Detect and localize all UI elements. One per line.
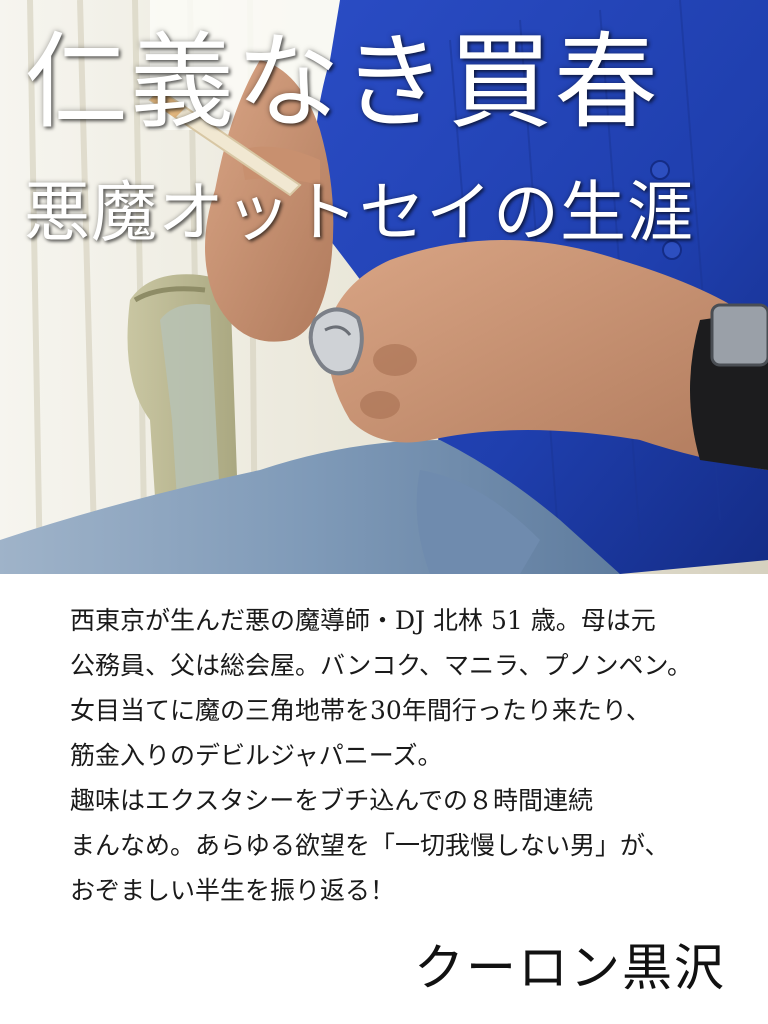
wristwatch	[690, 303, 768, 470]
description-line: 筋金入りのデビルジャパニーズ。	[70, 741, 443, 770]
description-line: 女目当てに魔の三角地帯を30年間行ったり来たり、	[70, 696, 651, 725]
book-cover: 仁義なき買春 悪魔オットセイの生涯 西東京が生んだ悪の魔導師・DJ 北林 51 …	[0, 0, 768, 1024]
cover-title: 仁義なき買春	[24, 21, 661, 143]
author-name: クーロン黒沢	[414, 939, 726, 997]
silver-ring	[308, 307, 364, 376]
cover-subtitle: 悪魔オットセイの生涯	[24, 174, 694, 251]
cover-description: 西東京が生んだ悪の魔導師・DJ 北林 51 歳。母は元 公務員、父は総会屋。バン…	[70, 598, 750, 913]
description-line: 公務員、父は総会屋。バンコク、マニラ、プノンペン。	[70, 651, 693, 680]
description-line: まんなめ。あらゆる欲望を「一切我慢しない男」が、	[70, 831, 670, 860]
description-line: 趣味はエクスタシーをブチ込んでの８時間連続	[70, 786, 594, 815]
description-line: おぞましい半生を振り返る！	[70, 876, 396, 905]
description-line: 西東京が生んだ悪の魔導師・DJ 北林 51 歳。母は元	[70, 606, 656, 635]
